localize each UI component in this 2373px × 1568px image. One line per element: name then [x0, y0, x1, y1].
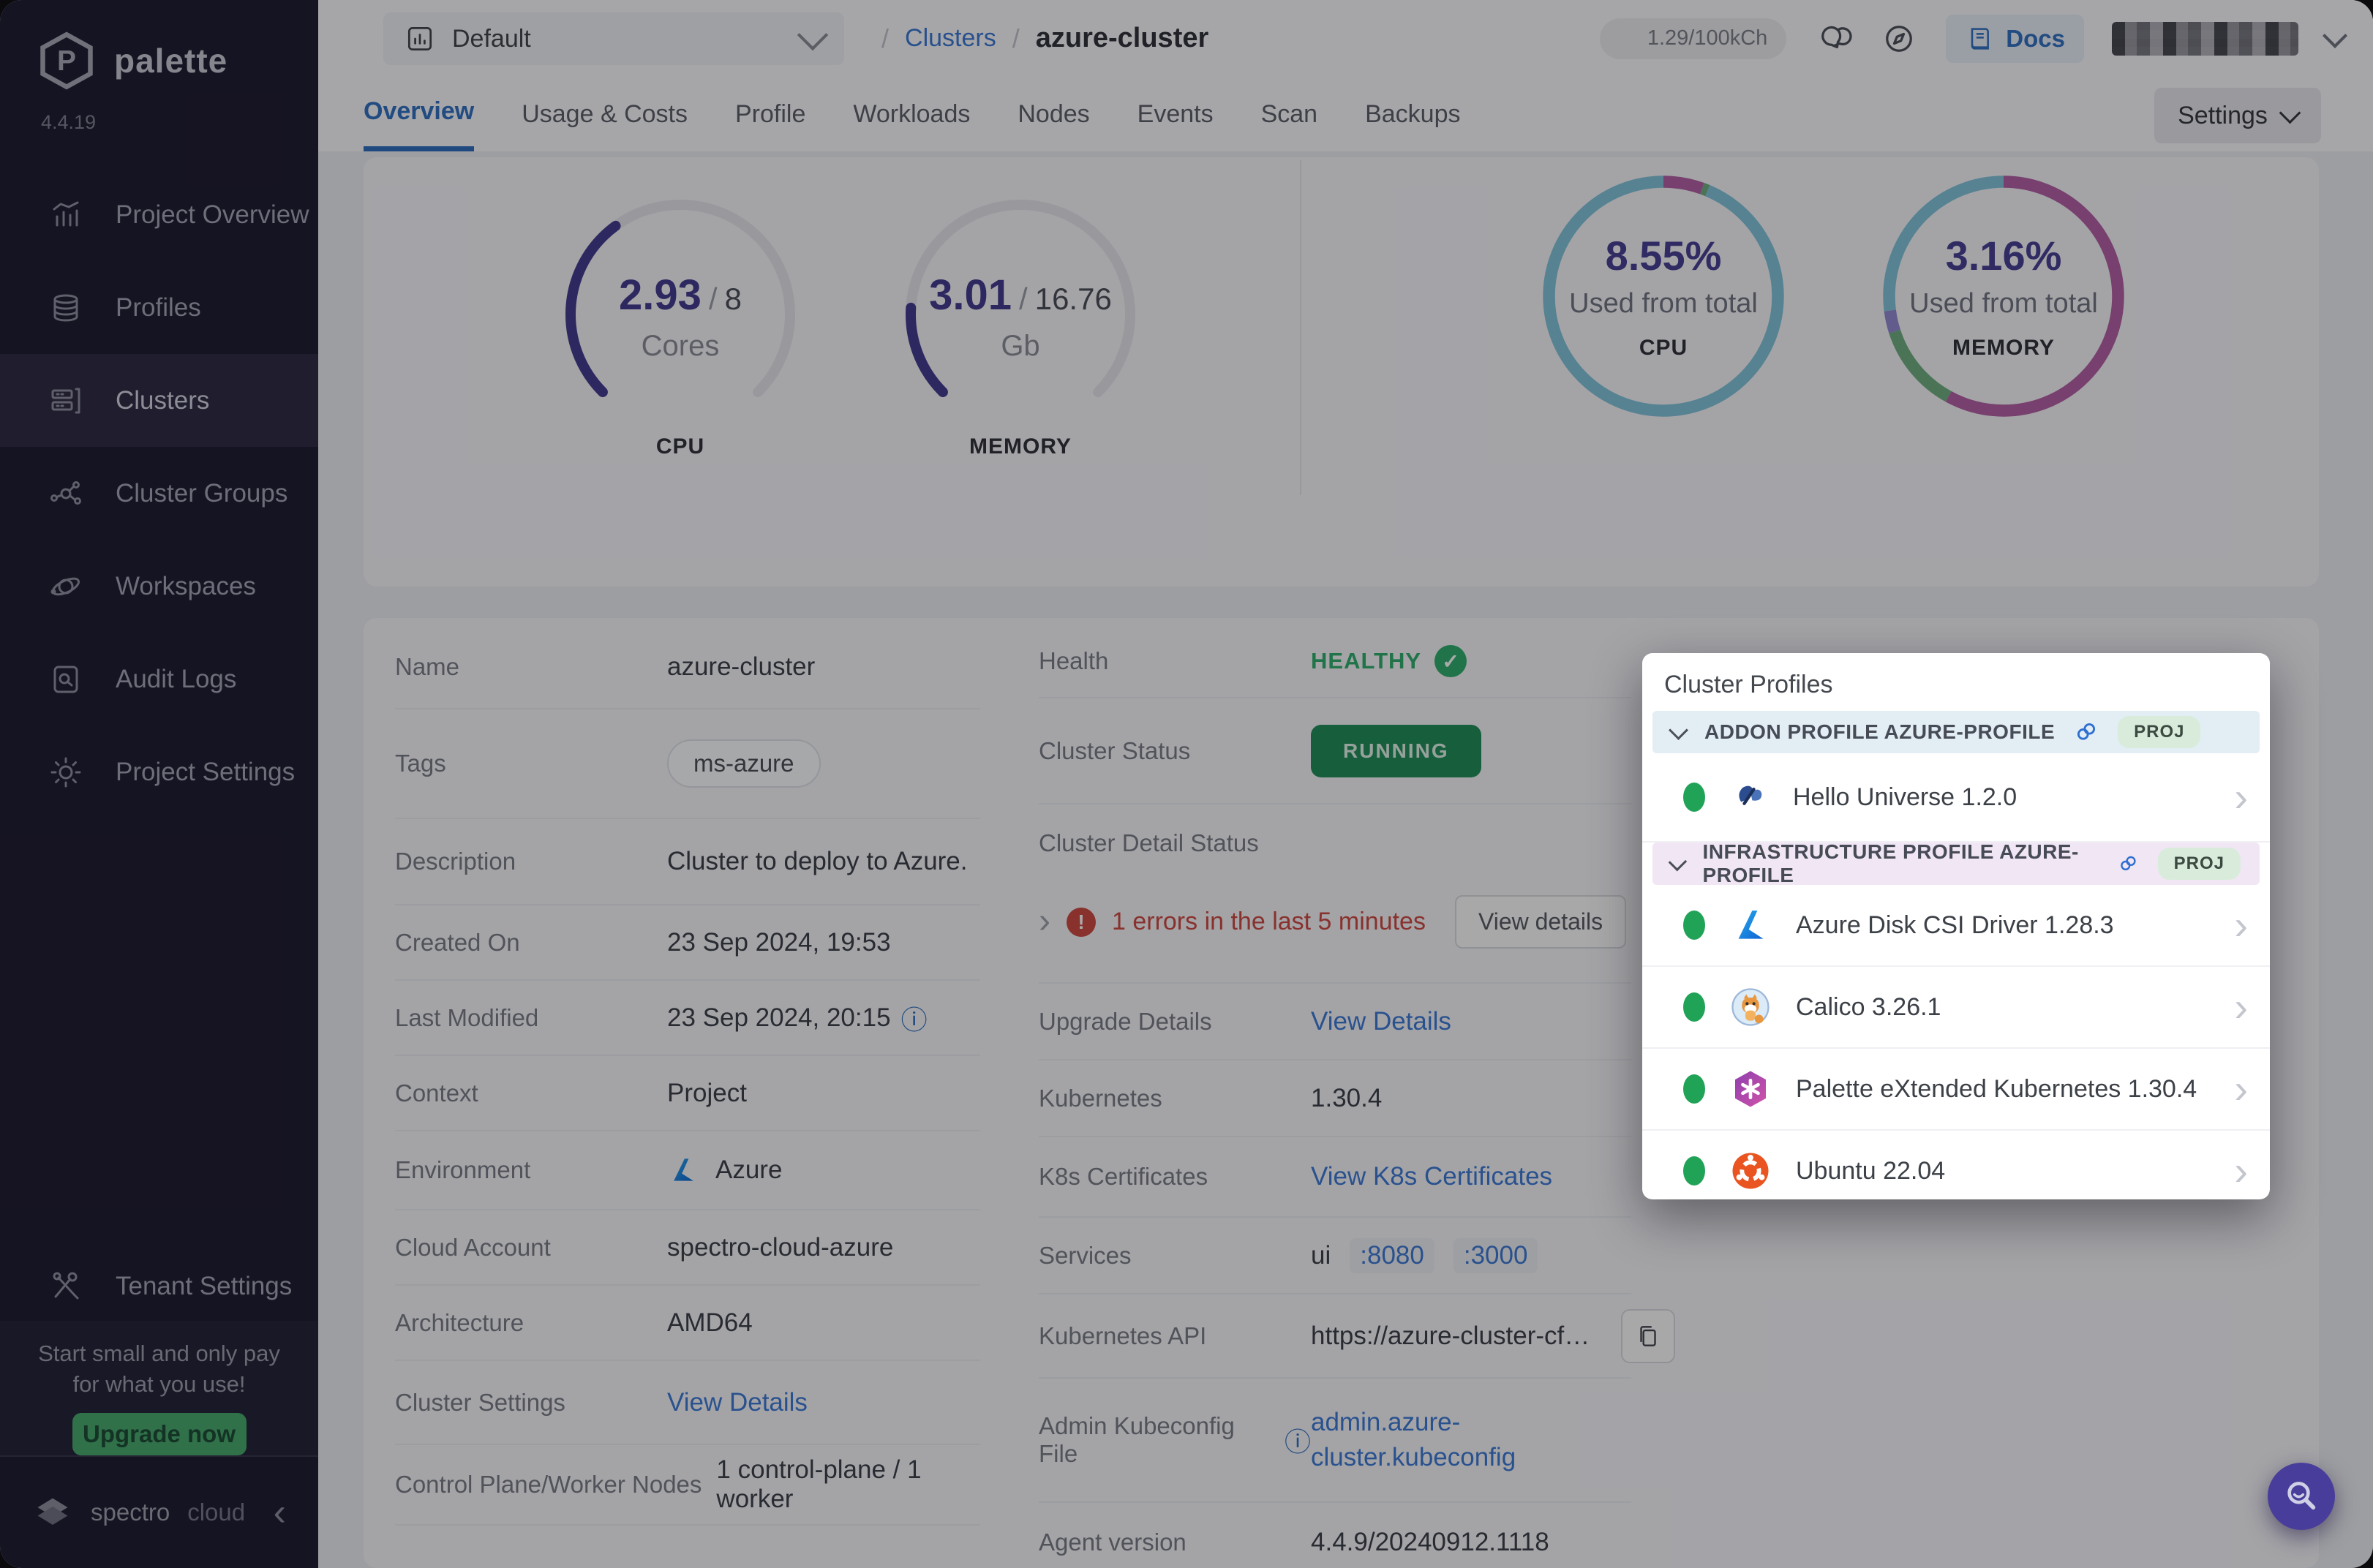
profile-pack-row-ubuntu[interactable]: Ubuntu 22.04 ›: [1642, 1131, 2270, 1211]
infrastructure-profile-section-header[interactable]: INFRASTRUCTURE PROFILE AZURE-PROFILE PRO…: [1652, 843, 2260, 885]
scope-badge: PROJ: [2118, 716, 2200, 748]
profile-pack-row-calico[interactable]: Calico 3.26.1 ›: [1642, 967, 2270, 1049]
ubuntu-icon: [1730, 1150, 1771, 1191]
chevron-down-icon: [1669, 720, 1688, 740]
panel-title: Cluster Profiles: [1642, 653, 2270, 699]
link-icon: [2074, 720, 2099, 745]
azure-icon: [1730, 905, 1771, 946]
chevron-right-icon: ›: [2234, 1079, 2248, 1099]
chevron-down-icon: [1669, 852, 1687, 870]
chevron-right-icon: ›: [2234, 1161, 2248, 1181]
chevron-right-icon: ›: [2234, 997, 2248, 1017]
search-smile-icon: [2281, 1476, 2322, 1517]
status-dot-green: [1683, 911, 1705, 940]
scope-badge: PROJ: [2158, 848, 2241, 880]
pxk-icon: [1730, 1068, 1771, 1109]
status-dot-green: [1683, 783, 1705, 812]
status-dot-green: [1683, 1074, 1705, 1104]
calico-icon: [1730, 987, 1771, 1028]
chevron-right-icon: ›: [2234, 787, 2248, 807]
profile-pack-row-azure-disk-csi[interactable]: Azure Disk CSI Driver 1.28.3 ›: [1642, 885, 2270, 967]
status-dot-green: [1683, 1156, 1705, 1186]
link-icon: [2118, 851, 2139, 876]
cluster-profiles-panel: Cluster Profiles ADDON PROFILE AZURE-PRO…: [1642, 653, 2270, 1199]
status-dot-green: [1683, 992, 1705, 1022]
hello-universe-icon: [1730, 778, 1768, 816]
help-search-fab[interactable]: [2268, 1463, 2335, 1530]
profile-pack-row-palette-extended-kubernetes[interactable]: Palette eXtended Kubernetes 1.30.4 ›: [1642, 1049, 2270, 1131]
profile-pack-row-hello-universe[interactable]: Hello Universe 1.2.0 ›: [1642, 753, 2270, 843]
chevron-right-icon: ›: [2234, 915, 2248, 935]
addon-profile-section-header[interactable]: ADDON PROFILE AZURE-PROFILE PROJ: [1652, 711, 2260, 753]
app-window: P palette 4.4.19 Project Overview Profil…: [0, 0, 2373, 1568]
